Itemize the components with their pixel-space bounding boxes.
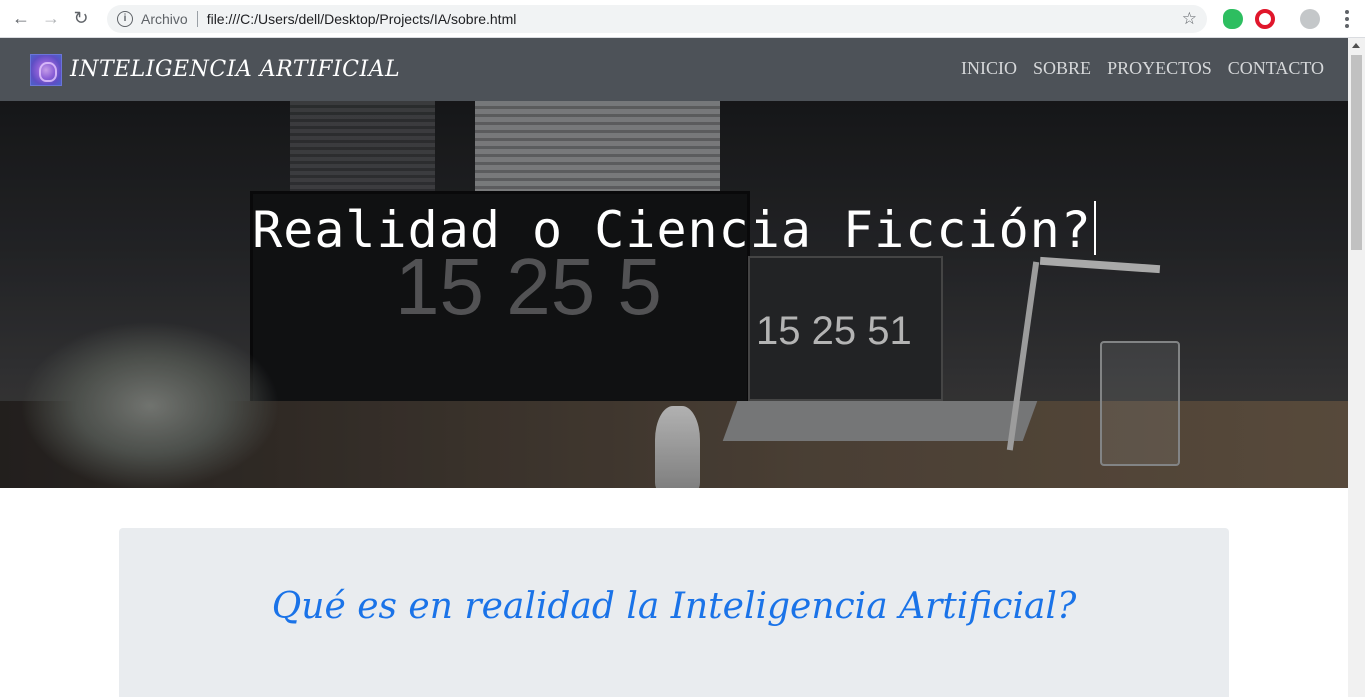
site-brand[interactable]: INTELIGENCIA ARTIFICIAL bbox=[70, 57, 400, 82]
nav-links: INICIO SOBRE PROYECTOS CONTACTO bbox=[961, 58, 1324, 79]
url-text[interactable]: file:///C:/Users/dell/Desktop/Projects/I… bbox=[207, 11, 517, 27]
profile-avatar-icon[interactable] bbox=[1300, 9, 1320, 29]
scroll-up-arrow-icon[interactable] bbox=[1352, 43, 1360, 48]
section-title: Qué es en realidad la Inteligencia Artif… bbox=[271, 586, 1077, 627]
evernote-extension-icon[interactable] bbox=[1223, 9, 1243, 29]
hero-title: Realidad o Ciencia Ficción? bbox=[0, 201, 1348, 259]
brain-logo-icon[interactable] bbox=[30, 53, 62, 86]
reload-icon[interactable]: ↻ bbox=[70, 8, 92, 30]
nav-link-contacto[interactable]: CONTACTO bbox=[1228, 58, 1324, 79]
back-arrow-icon[interactable]: ← bbox=[10, 8, 32, 30]
browser-menu-icon[interactable] bbox=[1345, 10, 1349, 28]
hero-banner: 15 25 5 15 25 51 Realidad o Ciencia Ficc… bbox=[0, 101, 1348, 488]
page-scrollbar[interactable] bbox=[1348, 38, 1365, 697]
info-icon[interactable]: i bbox=[117, 11, 133, 27]
nav-link-inicio[interactable]: INICIO bbox=[961, 58, 1017, 79]
site-navbar: INTELIGENCIA ARTIFICIAL INICIO SOBRE PRO… bbox=[0, 38, 1348, 101]
typing-caret bbox=[1093, 201, 1096, 255]
opera-extension-icon[interactable] bbox=[1255, 9, 1275, 29]
address-bar[interactable]: i Archivo file:///C:/Users/dell/Desktop/… bbox=[107, 5, 1207, 33]
nav-link-proyectos[interactable]: PROYECTOS bbox=[1107, 58, 1212, 79]
scheme-label: Archivo bbox=[141, 11, 188, 27]
web-page: INTELIGENCIA ARTIFICIAL INICIO SOBRE PRO… bbox=[0, 38, 1348, 697]
hero-title-text: Realidad o Ciencia Ficción? bbox=[252, 201, 1092, 259]
bookmark-star-icon[interactable]: ☆ bbox=[1182, 9, 1197, 29]
address-separator bbox=[196, 11, 198, 27]
intro-card: Qué es en realidad la Inteligencia Artif… bbox=[119, 528, 1229, 697]
scrollbar-thumb[interactable] bbox=[1351, 55, 1362, 250]
forward-arrow-icon[interactable]: → bbox=[40, 8, 62, 30]
browser-toolbar: ← → ↻ i Archivo file:///C:/Users/dell/De… bbox=[0, 0, 1365, 38]
hero-overlay bbox=[0, 101, 1348, 488]
nav-link-sobre[interactable]: SOBRE bbox=[1033, 58, 1091, 79]
